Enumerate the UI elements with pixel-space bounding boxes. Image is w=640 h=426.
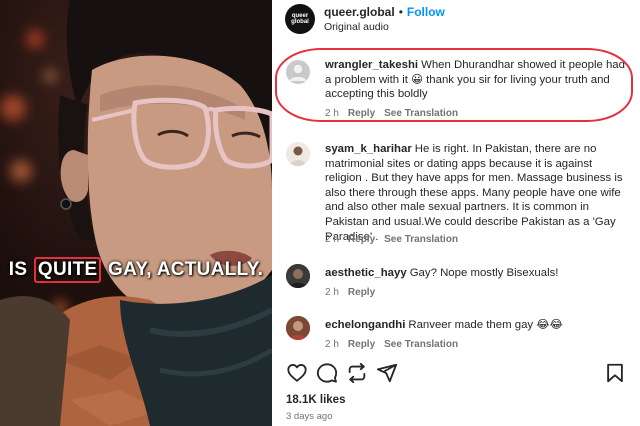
comment-text: Ranveer made them gay 😂😂 — [408, 319, 563, 331]
account-avatar[interactable]: queer global — [285, 4, 315, 34]
see-translation-button[interactable]: See Translation — [384, 339, 458, 350]
comment-username[interactable]: aesthetic_hayy — [325, 267, 407, 279]
comment-text: He is right. In Pakistan, there are no m… — [325, 143, 623, 243]
comment-meta: 2 h Reply — [325, 287, 384, 298]
reply-button[interactable]: Reply — [348, 287, 375, 298]
user-photo-icon — [286, 316, 310, 340]
caption-text: IS — [8, 259, 33, 280]
separator-dot: • — [398, 5, 403, 19]
comment-item: aesthetic_hayy Gay? Nope mostly Bisexuals… — [272, 264, 640, 300]
commenter-avatar[interactable] — [286, 316, 310, 340]
post-timestamp: 3 days ago — [286, 411, 333, 422]
comment-icon[interactable] — [316, 362, 338, 384]
user-photo-icon — [286, 264, 310, 288]
audio-label[interactable]: Original audio — [324, 21, 389, 33]
comment-username[interactable]: echelongandhi — [325, 319, 405, 331]
follow-button[interactable]: Follow — [407, 5, 445, 19]
commenter-avatar[interactable] — [286, 264, 310, 288]
post-header: queer global queer.global • Follow Origina… — [272, 0, 640, 42]
comment-text: Gay? Nope mostly Bisexuals! — [409, 267, 559, 279]
comment-body: aesthetic_hayy Gay? Nope mostly Bisexuals… — [325, 266, 631, 281]
share-icon[interactable] — [376, 362, 398, 384]
comment-body: syam_k_harihar He is right. In Pakistan, … — [325, 142, 631, 244]
bookmark-icon[interactable] — [604, 362, 626, 384]
reel-video[interactable]: IS QUITE GAY, ACTUALLY. — [0, 0, 272, 426]
comment-age: 2 h — [325, 339, 339, 350]
heart-icon[interactable] — [286, 362, 308, 384]
commenter-avatar[interactable] — [286, 142, 310, 166]
comment-age: 2 h — [325, 234, 339, 245]
action-bar — [286, 362, 626, 386]
highlight-annotation — [275, 48, 633, 122]
account-username[interactable]: queer.global — [324, 5, 395, 19]
likes-count[interactable]: 18.1K likes — [286, 394, 345, 406]
repost-icon[interactable] — [346, 362, 368, 384]
comment-username[interactable]: syam_k_harihar — [325, 143, 412, 155]
caption-highlight: QUITE — [33, 257, 102, 283]
comment-body: echelongandhi Ranveer made them gay 😂😂 — [325, 318, 631, 333]
video-caption: IS QUITE GAY, ACTUALLY. — [0, 257, 272, 283]
reply-button[interactable]: Reply — [348, 339, 375, 350]
reply-button[interactable]: Reply — [348, 234, 375, 245]
speaker-figure — [0, 0, 272, 426]
comment-item: syam_k_harihar He is right. In Pakistan, … — [272, 142, 640, 248]
username-row: queer.global • Follow — [324, 5, 445, 19]
avatar-logo-text: queer global — [291, 13, 309, 25]
user-photo-icon — [286, 142, 310, 166]
see-translation-button[interactable]: See Translation — [384, 234, 458, 245]
caption-text: GAY, ACTUALLY. — [102, 259, 264, 280]
comment-meta: 2 h Reply See Translation — [325, 234, 467, 245]
comment-item: echelongandhi Ranveer made them gay 😂😂 2 … — [272, 316, 640, 352]
comment-meta: 2 h Reply See Translation — [325, 339, 467, 350]
comment-age: 2 h — [325, 287, 339, 298]
